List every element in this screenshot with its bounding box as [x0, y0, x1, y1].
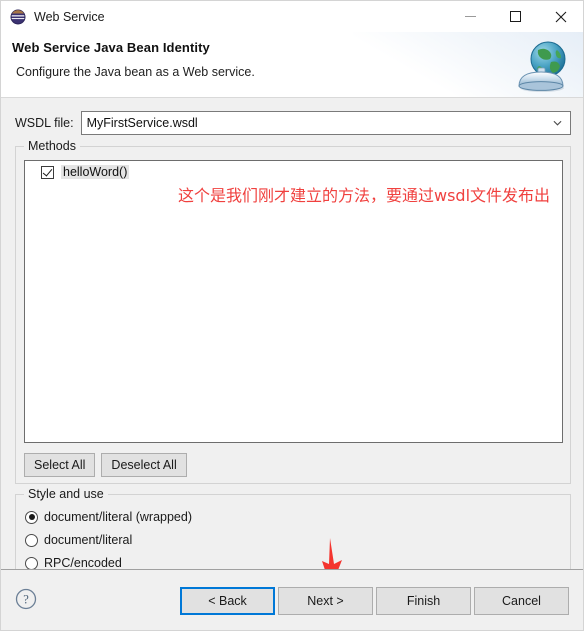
chinese-annotation-text: 这个是我们刚才建立的方法，要通过wsdl文件发布出 [178, 186, 551, 205]
cancel-button[interactable]: Cancel [474, 587, 569, 615]
wsdl-file-row: WSDL file: MyFirstService.wsdl [15, 111, 571, 135]
window-title: Web Service [34, 9, 105, 24]
methods-group-title: Methods [24, 139, 80, 153]
radio-label: RPC/encoded [44, 556, 122, 570]
page-title: Web Service Java Bean Identity [12, 40, 210, 55]
window-controls [448, 1, 583, 32]
svg-text:?: ? [23, 593, 29, 607]
close-icon [555, 11, 566, 22]
methods-list[interactable]: helloWord() 这个是我们刚才建立的方法，要通过wsdl文件发布出 [24, 160, 563, 443]
finish-button[interactable]: Finish [376, 587, 471, 615]
radio-document-literal-wrapped[interactable]: document/literal (wrapped) [25, 510, 192, 524]
radio-button-icon[interactable] [25, 510, 38, 524]
globe-on-stand-icon [513, 38, 571, 94]
minimize-icon [465, 16, 476, 17]
back-button[interactable]: < Back [180, 587, 275, 615]
wsdl-file-combobox[interactable]: MyFirstService.wsdl [80, 111, 571, 135]
style-and-use-group-title: Style and use [24, 487, 108, 501]
radio-button-icon[interactable] [25, 556, 38, 570]
methods-group: Methods helloWord() 这个是我们刚才建立的方法，要通过wsdl… [15, 139, 571, 484]
next-button[interactable]: Next > [278, 587, 373, 615]
deselect-all-button[interactable]: Deselect All [101, 453, 187, 477]
wizard-content: WSDL file: MyFirstService.wsdl Methods h… [1, 98, 583, 608]
wizard-navigation-buttons: < Back Next > Finish Cancel [180, 587, 569, 615]
chevron-down-icon [553, 120, 562, 126]
web-service-wizard-dialog: Web Service Web Service Java Bean Identi… [0, 0, 584, 631]
page-subtitle: Configure the Java bean as a Web service… [16, 65, 255, 79]
select-all-button[interactable]: Select All [24, 453, 96, 477]
wsdl-file-label: WSDL file: [15, 116, 74, 130]
list-item[interactable]: helloWord() [25, 161, 562, 179]
dialog-footer: ? < Back Next > Finish Cancel [1, 569, 583, 630]
minimize-button[interactable] [448, 1, 493, 32]
radio-button-icon[interactable] [25, 533, 38, 547]
wsdl-file-value: MyFirstService.wsdl [86, 116, 198, 130]
maximize-button[interactable] [493, 1, 538, 32]
list-action-buttons: Select All Deselect All [24, 453, 187, 477]
help-question-icon[interactable]: ? [15, 588, 37, 610]
radio-document-literal[interactable]: document/literal [25, 533, 132, 547]
method-checkbox[interactable] [41, 165, 54, 179]
radio-rpc-encoded[interactable]: RPC/encoded [25, 556, 122, 570]
title-bar: Web Service [1, 1, 583, 32]
web-service-globe-icon [10, 9, 26, 25]
radio-label: document/literal (wrapped) [44, 510, 192, 524]
close-button[interactable] [538, 1, 583, 32]
maximize-icon [510, 11, 521, 22]
radio-label: document/literal [44, 533, 133, 547]
wizard-header-banner: Web Service Java Bean Identity Configure… [1, 32, 583, 98]
method-label: helloWord() [61, 165, 130, 179]
